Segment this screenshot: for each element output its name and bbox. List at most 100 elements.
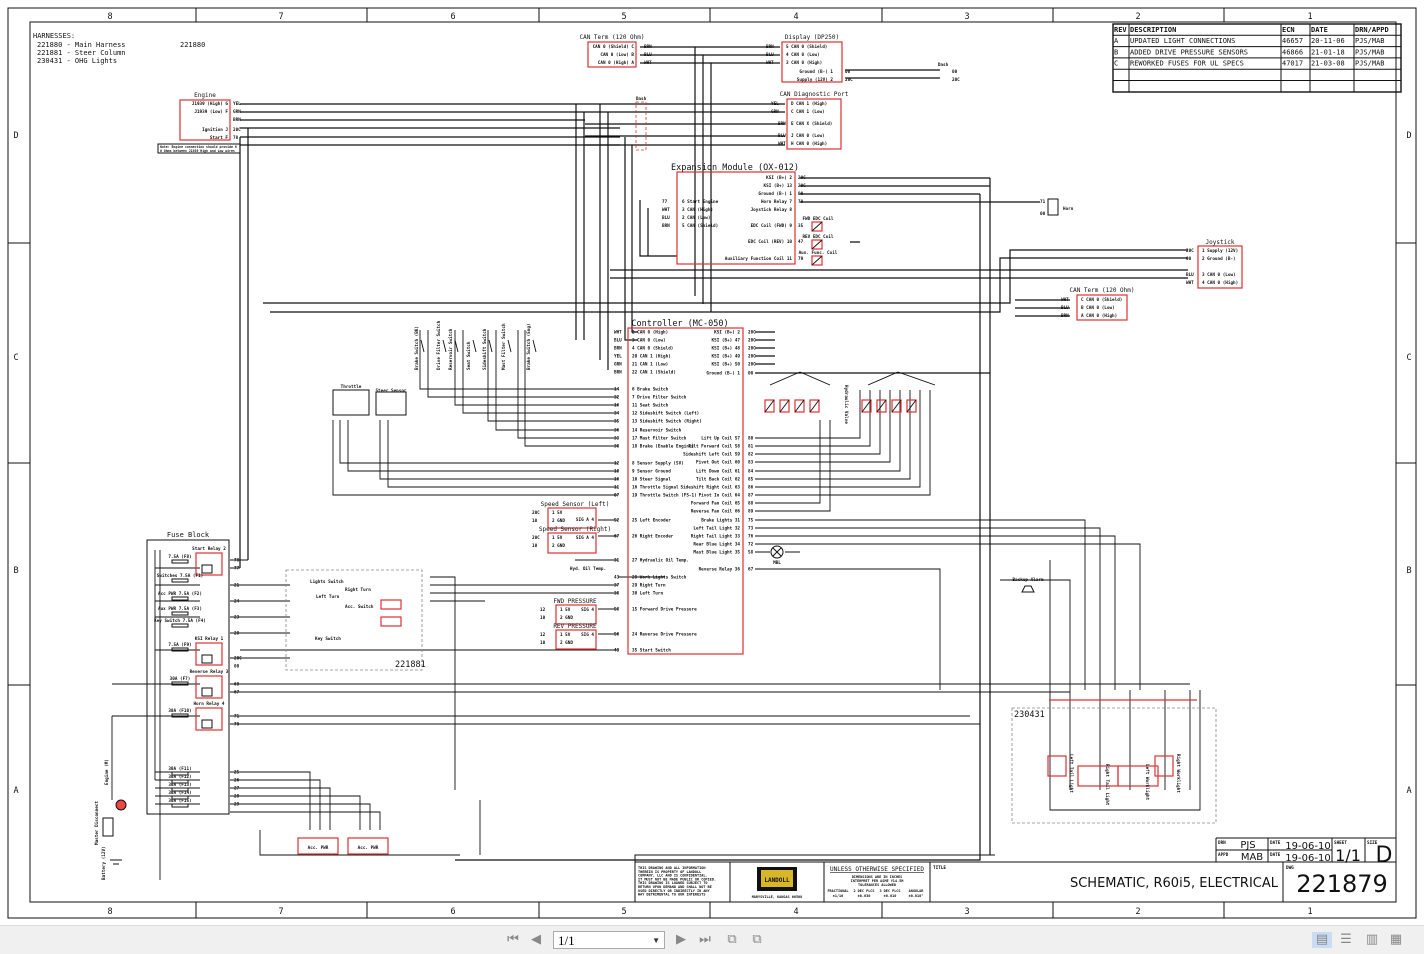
main-harness-label: 221880: [180, 41, 205, 49]
page-number-value: 1/1: [558, 933, 575, 948]
pin-label: Lift Down Coil 61: [696, 469, 740, 475]
battery: Battery (12V): [101, 846, 122, 880]
appd-value: MAB: [1241, 852, 1263, 863]
column-label: 2: [1135, 907, 1140, 917]
wire-label: 20C: [1186, 248, 1194, 254]
wire-label: GRN: [233, 109, 241, 115]
wire-label: BRN: [614, 370, 622, 376]
pin-label: KSI (B+) 49: [712, 354, 741, 360]
relay-label: Start Relay 2: [192, 546, 226, 552]
facing-icon[interactable]: ▥: [1364, 932, 1380, 948]
wire-label: 23: [234, 615, 240, 621]
component-title: Fuse Block: [167, 531, 210, 539]
switch-label: Mast Filter Switch: [501, 323, 507, 370]
wire-label: 38: [614, 591, 620, 597]
wire-label: 20C: [234, 656, 242, 662]
pin-label: H CAN 0 (High): [791, 141, 827, 147]
fuse-label: 7.5A (F8): [168, 554, 191, 560]
wire-label: 21: [234, 583, 240, 589]
wire-label: WHT: [1061, 297, 1069, 303]
page-number-select[interactable]: 1/1 ▼: [553, 931, 665, 949]
tolerance-value: ±1/16: [833, 894, 844, 898]
wire-label: 32: [614, 395, 620, 401]
first-page-icon[interactable]: ⏮: [505, 932, 521, 948]
component-title: Engine (M): [104, 759, 110, 785]
drn-label: DRN: [1218, 840, 1226, 846]
wire-label: 79: [798, 256, 804, 262]
pin-label: A CAN 0 (High): [1081, 313, 1117, 319]
wire-label: 29: [234, 802, 240, 808]
column-label: 4: [793, 907, 798, 917]
facing-continuous-icon[interactable]: ▦: [1388, 932, 1404, 948]
wire-label: BRN: [233, 117, 241, 123]
switch: Mast Filter Switch: [501, 323, 512, 370]
wire-label: 20C: [532, 535, 540, 541]
wire-label: 35: [614, 419, 620, 425]
confidential-notice: WAY DETRIMENTAL TO OUR INTERESTS: [638, 893, 705, 897]
fuse-label: Key Switch 7.5A (F4): [154, 618, 206, 624]
single-page-icon[interactable]: ▤: [1312, 932, 1332, 948]
switch: Drive Filter Switch: [436, 320, 447, 370]
hydraulic-valve: Hydraulic Valve: [764, 371, 936, 424]
continuous-icon[interactable]: ☰: [1338, 932, 1354, 948]
fwd-pressure-sensor: FWD PRESSURE 1 5V 12 2 GND 10 SIG 4: [540, 598, 597, 625]
column-label: 1: [1307, 907, 1312, 917]
rotate-left-icon[interactable]: ⧉: [724, 932, 740, 948]
wire-label: BLU: [614, 338, 622, 344]
pin-label: 25 Left Encoder: [632, 518, 671, 524]
revision-cell: 20-11-06: [1311, 37, 1345, 45]
wire-label: YEL: [771, 101, 779, 107]
pin-label: 2 CAN 0 (High): [632, 330, 668, 336]
rotate-right-icon[interactable]: ⧉: [749, 932, 765, 948]
component-title: Joystick: [1206, 239, 1235, 246]
steer-harness-label: 221881: [395, 660, 426, 670]
pin-label: CAN 0 (High) A: [598, 60, 635, 66]
wire-label: 12: [540, 607, 546, 613]
revision-header: REV: [1114, 26, 1127, 34]
controller-mc050: Controller (MC-050)2 CAN 0 (High) WHT 3 CA…: [614, 319, 756, 655]
pin-label: Pivot In Coil 64: [699, 493, 741, 499]
display-dp250: Display (DP250) 5 CAN 0 (Shield) BRN 4 CAN …: [766, 34, 853, 83]
pin-label: 2 CAN (Low): [682, 215, 710, 221]
date-value: 19-06-10: [1285, 853, 1330, 864]
wire-label: 67: [614, 534, 620, 540]
wire-label: 10: [614, 469, 620, 475]
wire-label: WHT: [1186, 280, 1194, 286]
tolerance-value: ±0.010°: [909, 894, 924, 898]
wire-label: 07: [614, 493, 620, 499]
pin-label: 4 CAN 0 (Shield): [632, 346, 673, 352]
pin-label: 24 Reverse Drive Pressure: [632, 632, 697, 638]
row-label: D: [1406, 131, 1411, 141]
wire-label: 16: [614, 403, 620, 409]
next-page-icon[interactable]: ▶: [673, 932, 689, 948]
component-title: CAN Term (120 Ohm): [579, 34, 644, 41]
speed-sensor-right: Speed Sensor (Right) 1 5V 20C 2 GND 10 SIG A …: [532, 526, 611, 554]
wire-label: YEL: [233, 101, 241, 107]
wire-label: 70: [234, 722, 240, 728]
component-title: Display (DP250): [785, 34, 839, 41]
wire-label: 11: [614, 485, 620, 491]
component-title: Acc. PWR: [358, 845, 379, 851]
pin-label: 27 Hydraulic Oil Temp.: [632, 558, 689, 564]
component-title: MBL: [773, 560, 781, 566]
wire-label: BLU: [644, 52, 652, 58]
prev-page-icon[interactable]: ◀: [528, 932, 544, 948]
wire-label: BLU: [766, 52, 774, 58]
wire-label: 87: [748, 493, 754, 499]
sheet-value: 1/1: [1335, 846, 1361, 865]
wire-label: BLU: [1061, 305, 1069, 311]
column-label: 5: [621, 907, 626, 917]
component-title: Horn: [1063, 206, 1074, 212]
wire-label: 86: [748, 485, 754, 491]
wire-label: WHT: [778, 141, 786, 147]
wire-label: 20C: [748, 354, 756, 360]
wire-label: BLU: [662, 215, 670, 221]
pin-label: 12 Sideshift Switch (Left): [632, 411, 699, 417]
date-value: 19-06-10: [1285, 841, 1330, 852]
logo-city: MARYSVILLE, KANSAS 66508: [752, 895, 803, 899]
fuse-label: 30A (F13): [168, 782, 191, 788]
wire-label: 58: [748, 550, 754, 556]
last-page-icon[interactable]: ⏭: [697, 932, 713, 948]
wire-label: 10: [532, 518, 538, 524]
relay-label: Horn Relay 4: [193, 701, 224, 707]
